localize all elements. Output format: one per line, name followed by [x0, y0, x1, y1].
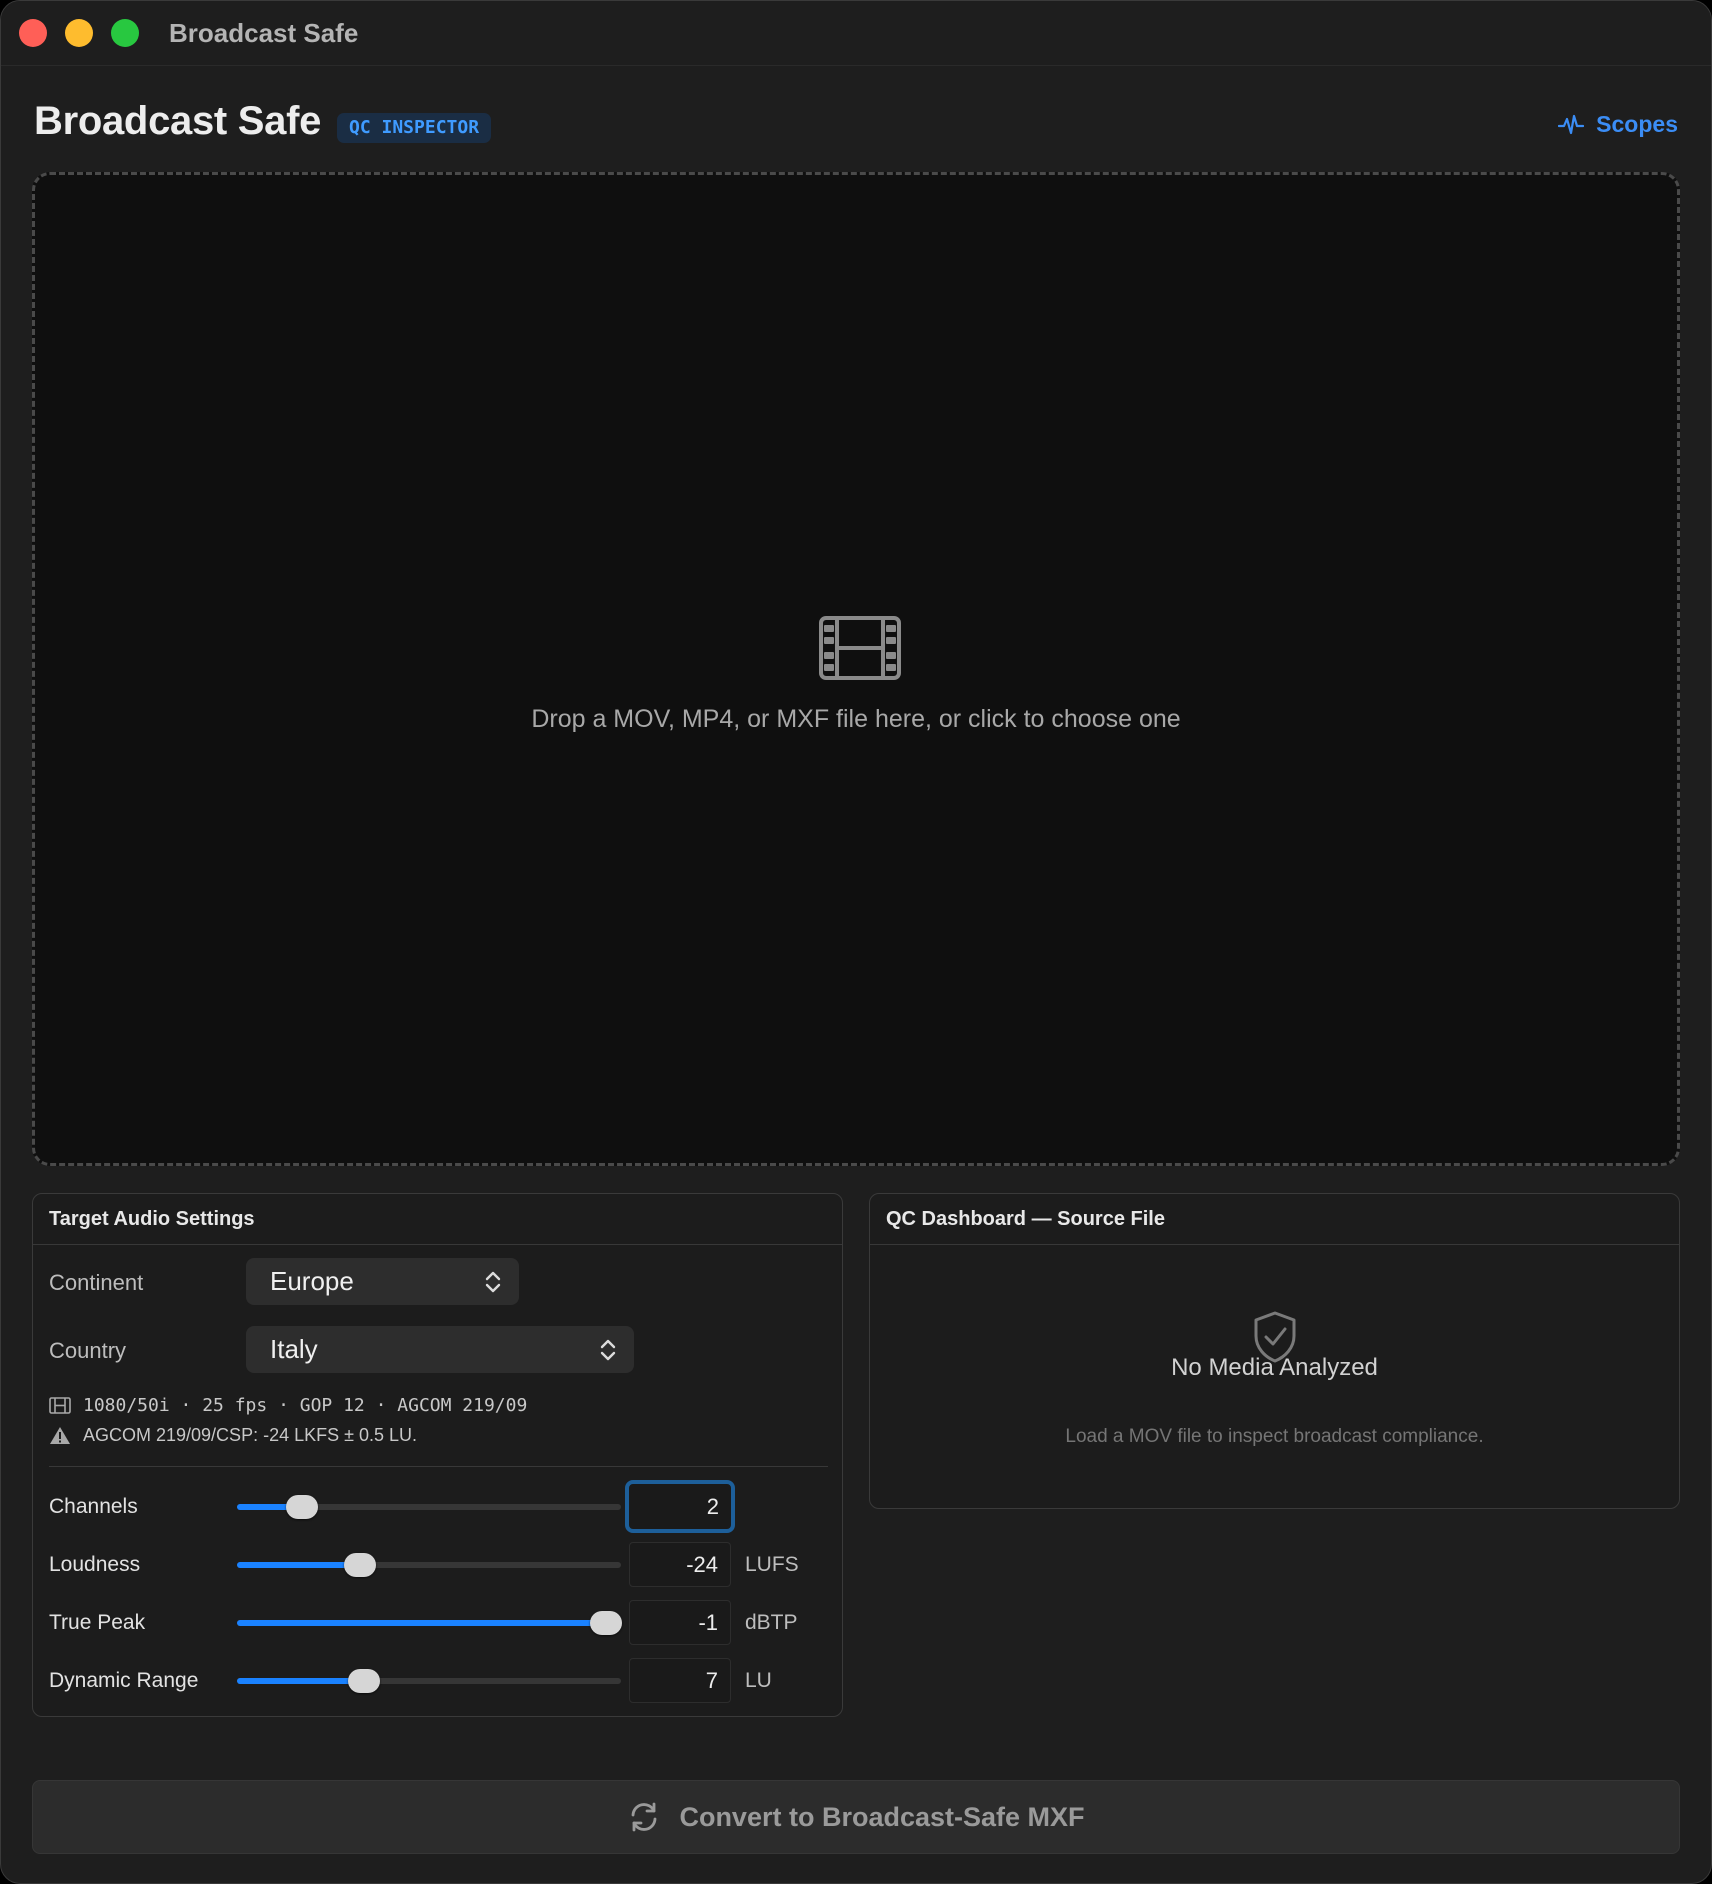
format-summary: 1080/50i · 25 fps · GOP 12 · AGCOM 219/0… — [83, 1395, 528, 1416]
slider-fill — [237, 1620, 606, 1626]
channels-label: Channels — [49, 1495, 138, 1518]
dynamic-range-slider[interactable] — [237, 1669, 621, 1693]
slider-knob[interactable] — [347, 1669, 380, 1693]
title-bar: Broadcast Safe — [1, 1, 1711, 66]
slider-fill — [237, 1562, 360, 1568]
slider-fill — [237, 1678, 364, 1684]
zoom-window-button[interactable] — [111, 19, 139, 47]
page-title: Broadcast Safe — [34, 99, 322, 143]
close-window-button[interactable] — [19, 19, 47, 47]
window-title: Broadcast Safe — [169, 18, 359, 48]
standard-info: AGCOM 219/09/CSP: -24 LKFS ± 0.5 LU. — [49, 1425, 417, 1446]
true-peak-field[interactable] — [629, 1600, 731, 1645]
channels-slider[interactable] — [237, 1495, 621, 1519]
refresh-icon — [632, 1802, 657, 1832]
true-peak-slider[interactable] — [237, 1611, 622, 1635]
channels-field[interactable] — [625, 1480, 735, 1533]
convert-button[interactable]: Convert to Broadcast-Safe MXF — [32, 1780, 1680, 1854]
true-peak-label: True Peak — [49, 1611, 146, 1634]
drop-zone-instructions: Drop a MOV, MP4, or MXF file here, or cl… — [531, 705, 1181, 733]
continent-select[interactable]: Europe — [246, 1258, 519, 1305]
panel-title: Target Audio Settings — [33, 1194, 842, 1245]
dynamic-range-field[interactable] — [629, 1658, 731, 1703]
app-window: Broadcast Safe Broadcast Safe QC INSPECT… — [0, 0, 1712, 1884]
warning-icon — [50, 1427, 70, 1444]
continent-value: Europe — [270, 1266, 354, 1296]
continent-label: Continent — [49, 1270, 144, 1295]
slider-knob[interactable] — [589, 1611, 622, 1635]
convert-button-label: Convert to Broadcast-Safe MXF — [679, 1801, 1085, 1832]
scopes-button[interactable]: Scopes — [1558, 111, 1678, 138]
film-icon — [49, 1397, 71, 1414]
qc-inspector-badge: QC INSPECTOR — [337, 113, 492, 143]
dynamic-range-label: Dynamic Range — [49, 1669, 199, 1692]
up-down-chevron-icon — [485, 1271, 501, 1293]
format-info: 1080/50i · 25 fps · GOP 12 · AGCOM 219/0… — [49, 1395, 527, 1416]
file-drop-zone[interactable]: Drop a MOV, MP4, or MXF file here, or cl… — [32, 172, 1680, 1166]
film-icon — [819, 616, 901, 680]
true-peak-unit: dBTP — [745, 1611, 798, 1634]
section-divider — [49, 1466, 828, 1467]
dynamic-range-unit: LU — [745, 1669, 772, 1692]
loudness-slider[interactable] — [237, 1553, 621, 1577]
slider-knob[interactable] — [286, 1495, 319, 1519]
loudness-field[interactable] — [629, 1542, 731, 1587]
up-down-chevron-icon — [600, 1339, 616, 1361]
slider-knob[interactable] — [343, 1553, 376, 1577]
country-label: Country — [49, 1338, 127, 1363]
loudness-unit: LUFS — [745, 1553, 799, 1576]
loudness-label: Loudness — [49, 1553, 141, 1576]
empty-state-subtitle: Load a MOV file to inspect broadcast com… — [1065, 1426, 1484, 1447]
qc-dashboard-panel: QC Dashboard — Source File No Media Anal… — [869, 1193, 1680, 1509]
country-select[interactable]: Italy — [246, 1326, 634, 1373]
panel-title: QC Dashboard — Source File — [870, 1194, 1679, 1245]
loudness-standard: AGCOM 219/09/CSP: -24 LKFS ± 0.5 LU. — [83, 1425, 418, 1445]
minimize-window-button[interactable] — [65, 19, 93, 47]
scopes-label: Scopes — [1596, 111, 1678, 137]
target-audio-settings-panel: Target Audio Settings Continent Europe C… — [32, 1193, 843, 1717]
country-value: Italy — [270, 1334, 318, 1364]
empty-state-title: No Media Analyzed — [1171, 1354, 1378, 1381]
waveform-icon — [1558, 114, 1585, 134]
